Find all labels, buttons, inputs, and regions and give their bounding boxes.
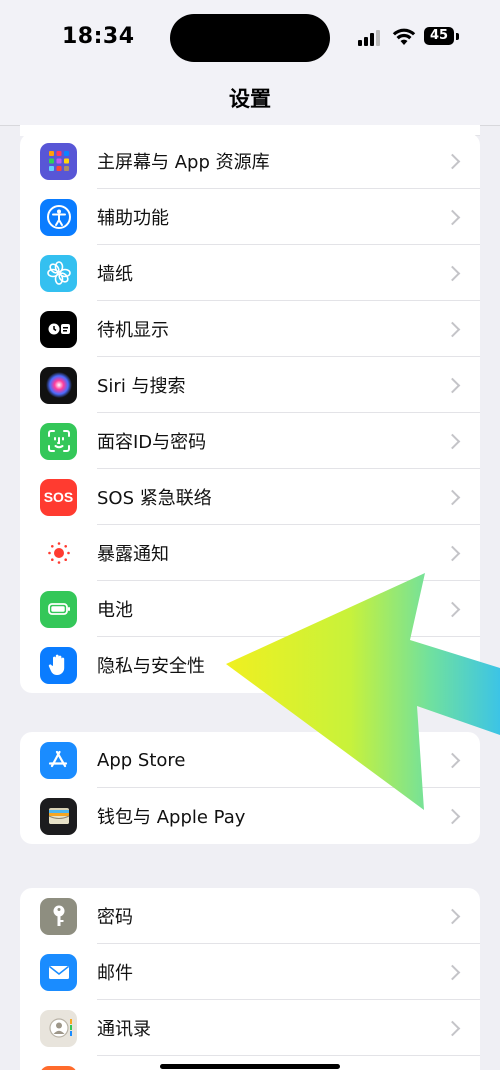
row-label: 邮件 xyxy=(97,963,133,984)
row-label: 暴露通知 xyxy=(97,544,169,565)
partial-app-icon xyxy=(40,1065,77,1070)
row-label: App Store xyxy=(97,749,186,771)
privacy-hand-icon xyxy=(40,646,77,684)
battery-cap xyxy=(456,33,459,40)
cellular-signal-icon xyxy=(358,28,384,46)
key-icon xyxy=(40,897,77,935)
sos-icon: SOS xyxy=(40,478,77,516)
app-store-icon xyxy=(40,741,77,779)
row-label: 主屏幕与 App 资源库 xyxy=(97,152,270,173)
chevron-right-icon xyxy=(444,209,461,225)
row-label: 面容ID与密码 xyxy=(97,432,207,453)
home-screen-icon xyxy=(40,142,77,180)
row-wallet[interactable]: 钱包与 Apple Pay xyxy=(20,788,480,844)
chevron-right-icon xyxy=(444,321,461,337)
navigation-bar: 设置 xyxy=(0,75,500,126)
row-label: 通讯录 xyxy=(97,1019,151,1040)
row-sos[interactable]: SOS SOS 紧急联络 xyxy=(20,469,480,525)
row-label: 钱包与 Apple Pay xyxy=(97,807,246,828)
row-wallpaper[interactable]: 墙纸 xyxy=(20,245,480,301)
row-home-screen[interactable]: 主屏幕与 App 资源库 xyxy=(20,133,480,189)
row-standby[interactable]: 待机显示 xyxy=(20,301,480,357)
row-siri[interactable]: Siri 与搜索 xyxy=(20,357,480,413)
home-indicator xyxy=(160,1064,340,1069)
row-passwords[interactable]: 密码 xyxy=(20,888,480,944)
status-bar: 18:34 45 xyxy=(0,0,500,75)
face-id-icon xyxy=(40,422,77,460)
battery-icon xyxy=(40,590,77,628)
settings-group-2: App Store 钱包与 Apple Pay xyxy=(20,732,480,844)
chevron-right-icon xyxy=(444,752,461,768)
row-privacy-security[interactable]: 隐私与安全性 xyxy=(20,637,480,693)
sos-icon-text: SOS xyxy=(43,489,74,505)
exposure-icon xyxy=(40,534,77,572)
row-label: 待机显示 xyxy=(97,320,169,341)
row-label: 辅助功能 xyxy=(97,208,169,229)
row-battery[interactable]: 电池 xyxy=(20,581,480,637)
row-contacts[interactable]: 通讯录 xyxy=(20,1000,480,1056)
chevron-right-icon xyxy=(444,377,461,393)
chevron-right-icon xyxy=(444,265,461,281)
wallpaper-icon xyxy=(40,254,77,292)
chevron-right-icon xyxy=(444,657,461,673)
row-label: Siri 与搜索 xyxy=(97,376,186,397)
wifi-icon xyxy=(392,28,416,45)
row-label: 隐私与安全性 xyxy=(97,656,205,677)
dynamic-island xyxy=(170,14,330,62)
row-mail[interactable]: 邮件 xyxy=(20,944,480,1000)
row-label: SOS 紧急联络 xyxy=(97,488,212,509)
chevron-right-icon xyxy=(444,433,461,449)
mail-icon xyxy=(40,953,77,991)
chevron-right-icon xyxy=(444,808,461,824)
row-app-store[interactable]: App Store xyxy=(20,732,480,788)
row-exposure[interactable]: 暴露通知 xyxy=(20,525,480,581)
row-accessibility[interactable]: 辅助功能 xyxy=(20,189,480,245)
row-label: 密码 xyxy=(97,907,133,928)
chevron-right-icon xyxy=(444,153,461,169)
page-title: 设置 xyxy=(229,87,271,111)
status-time: 18:34 xyxy=(62,24,135,49)
accessibility-icon xyxy=(40,198,77,236)
chevron-right-icon xyxy=(444,1020,461,1036)
row-label: 墙纸 xyxy=(97,264,133,285)
chevron-right-icon xyxy=(444,908,461,924)
chevron-right-icon xyxy=(444,545,461,561)
battery-level: 45 xyxy=(424,27,454,45)
standby-icon xyxy=(40,310,77,348)
contacts-icon xyxy=(40,1009,77,1047)
chevron-right-icon xyxy=(444,601,461,617)
row-face-id[interactable]: 面容ID与密码 xyxy=(20,413,480,469)
siri-icon xyxy=(40,366,77,404)
settings-group-3: 密码 邮件 通讯录 xyxy=(20,888,480,1070)
settings-group-1: 主屏幕与 App 资源库 辅助功能 墙纸 待机显示 Siri 与搜索 面容ID与… xyxy=(20,133,480,693)
chevron-right-icon xyxy=(444,964,461,980)
wallet-icon xyxy=(40,797,77,835)
chevron-right-icon xyxy=(444,489,461,505)
row-label: 电池 xyxy=(97,600,133,621)
